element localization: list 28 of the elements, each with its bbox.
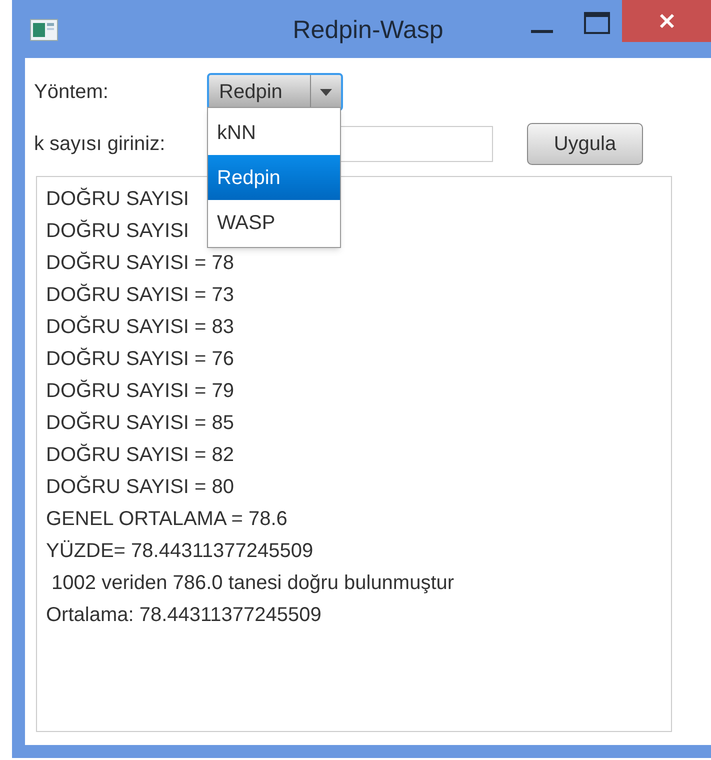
apply-button[interactable]: Uygula (527, 123, 643, 165)
maximize-icon[interactable] (584, 12, 610, 34)
dropdown-option[interactable]: WASP (208, 200, 340, 245)
dropdown-option[interactable]: kNN (208, 110, 340, 155)
method-dropdown[interactable]: Redpin (207, 73, 343, 111)
output-line: DOĞRU SAYISI = 80 (46, 474, 234, 500)
output-line: DOĞRU SAYISI = 83 (46, 314, 234, 340)
app-icon (30, 19, 58, 41)
output-line: DOĞRU SAYISI = 76 (46, 346, 234, 372)
output-line: DOĞRU SAYISI = 82 (46, 442, 234, 468)
close-icon (658, 13, 674, 29)
output-line: DOĞRU SAYISI (46, 186, 189, 212)
k-label: k sayısı giriniz: (34, 132, 166, 157)
close-button[interactable] (622, 0, 711, 42)
output-line: DOĞRU SAYISI (46, 218, 189, 244)
output-line: Ortalama: 78.44311377245509 (46, 603, 322, 628)
method-label: Yöntem: (34, 80, 110, 105)
output-line: DOĞRU SAYISI = 85 (46, 410, 234, 436)
output-line: GENEL ORTALAMA = 78.6 (46, 507, 288, 532)
minimize-icon[interactable] (531, 30, 553, 34)
output-line: DOĞRU SAYISI = 73 (46, 282, 234, 308)
window-title: Redpin-Wasp (292, 15, 444, 46)
output-line: 1002 veriden 786.0 tanesi doğru bulunmuştur (50, 571, 454, 596)
output-line: YÜZDE= 78.44311377245509 (46, 539, 314, 564)
caret-icon (320, 88, 332, 96)
output-line: DOĞRU SAYISI = 79 (46, 378, 234, 404)
dropdown-option[interactable]: Redpin (208, 155, 340, 200)
output-line: DOĞRU SAYISI = 78 (46, 250, 234, 276)
